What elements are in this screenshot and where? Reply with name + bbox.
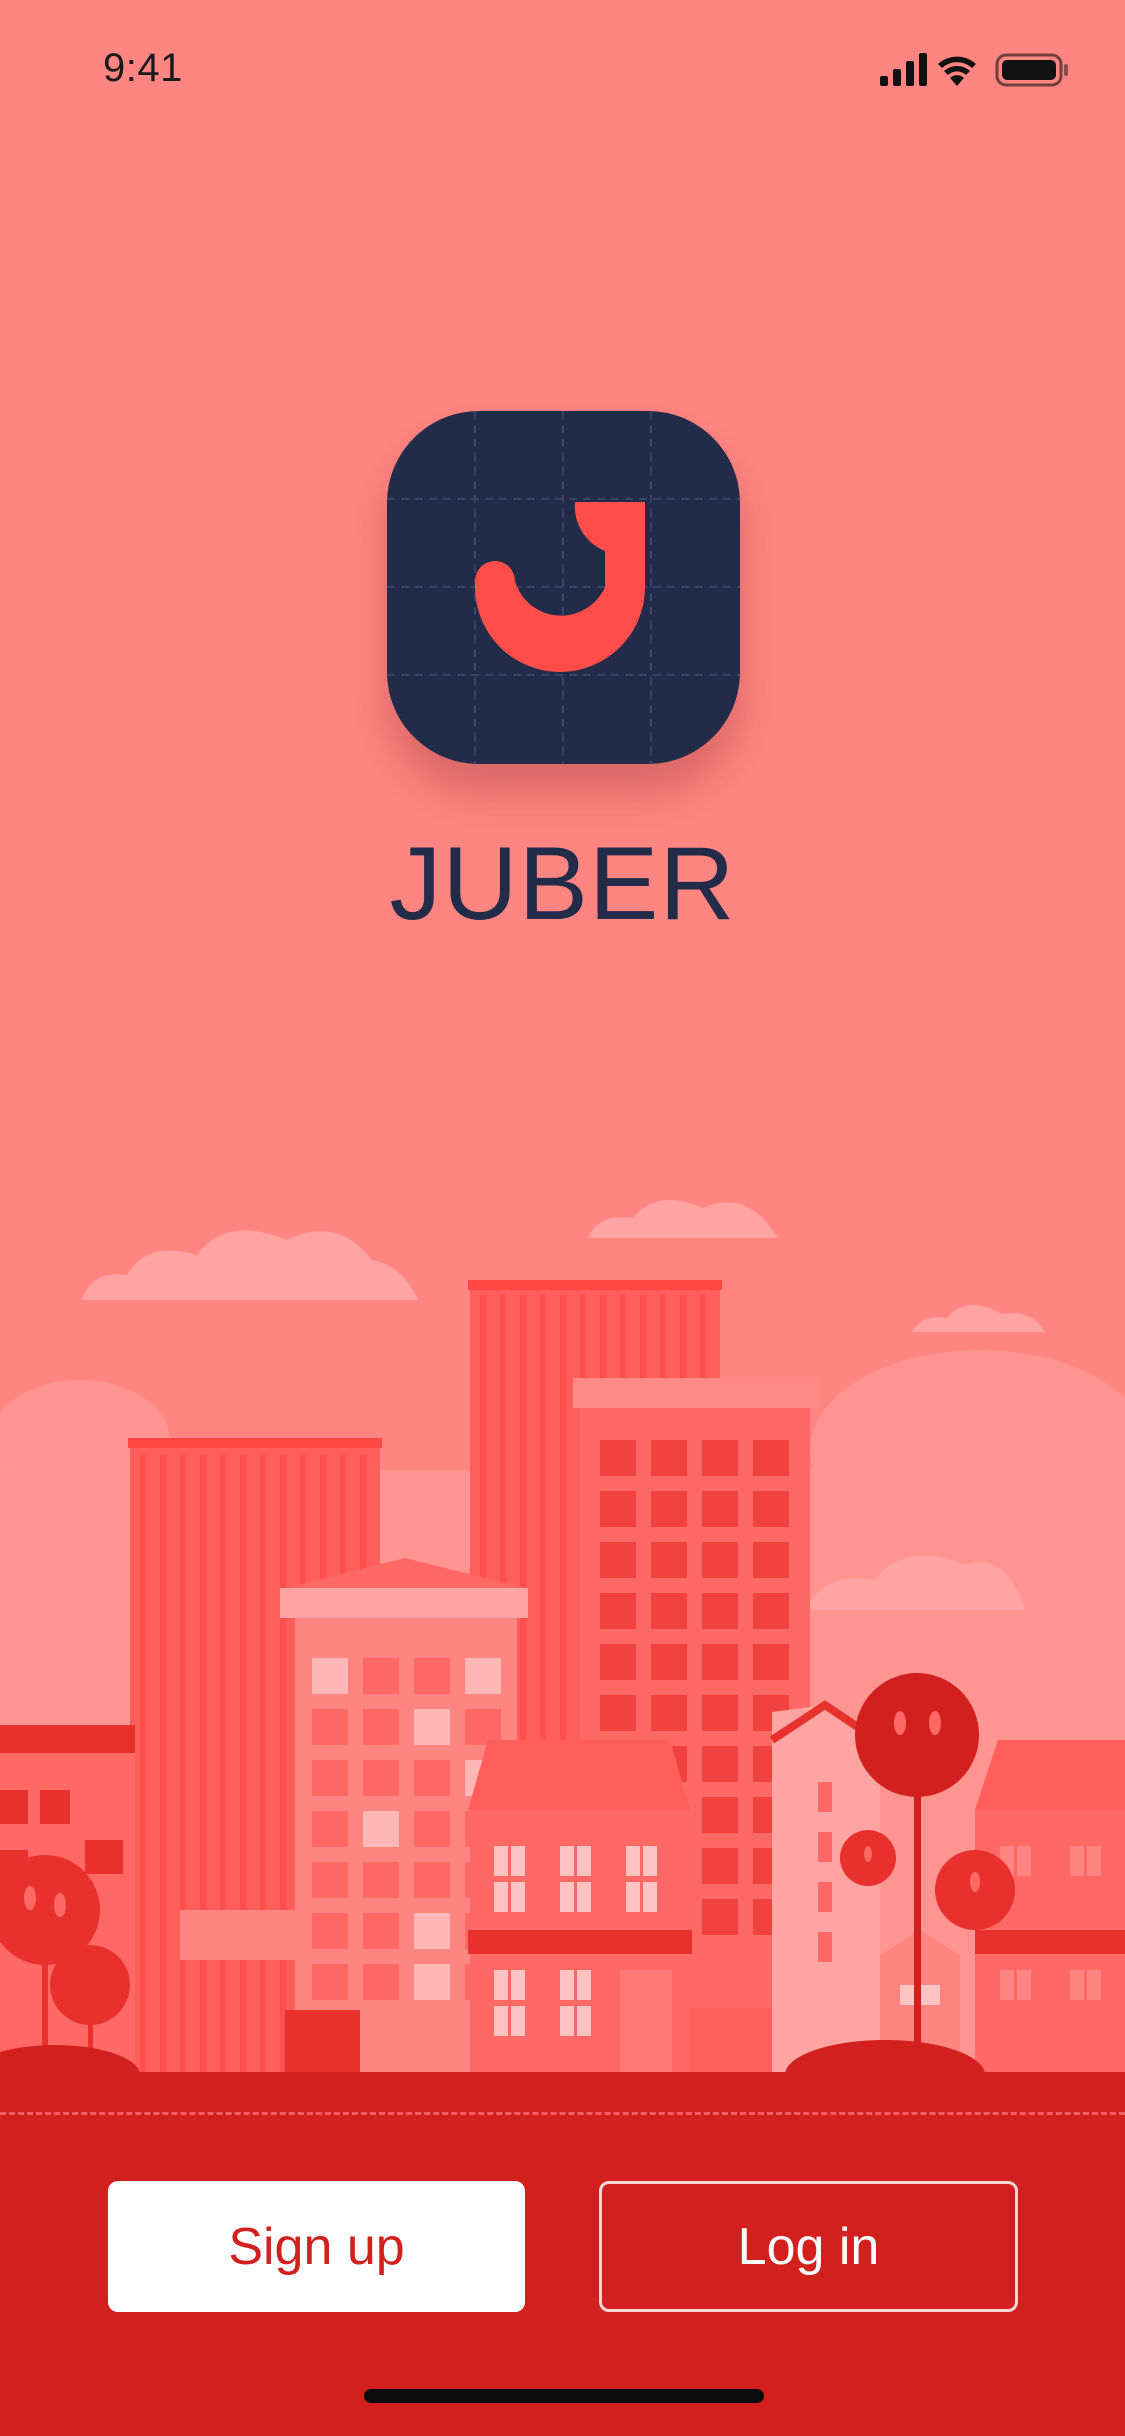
home-indicator[interactable] <box>364 2389 764 2403</box>
app-name: JUBER <box>389 826 736 942</box>
wifi-icon <box>938 56 976 86</box>
cellular-signal-icon <box>880 53 927 86</box>
status-icons <box>880 50 1080 90</box>
city-skyline-illustration <box>0 1200 1125 2120</box>
road-dash-line <box>0 2112 1125 2115</box>
battery-icon <box>995 53 1068 87</box>
app-logo <box>387 411 740 764</box>
juber-j-logo-icon <box>387 411 740 764</box>
status-icons-svg <box>880 53 1068 87</box>
status-bar: 9:41 <box>0 0 1125 140</box>
signup-button[interactable]: Sign up <box>108 2181 525 2312</box>
login-button[interactable]: Log in <box>599 2181 1018 2312</box>
status-time: 9:41 <box>103 46 183 90</box>
